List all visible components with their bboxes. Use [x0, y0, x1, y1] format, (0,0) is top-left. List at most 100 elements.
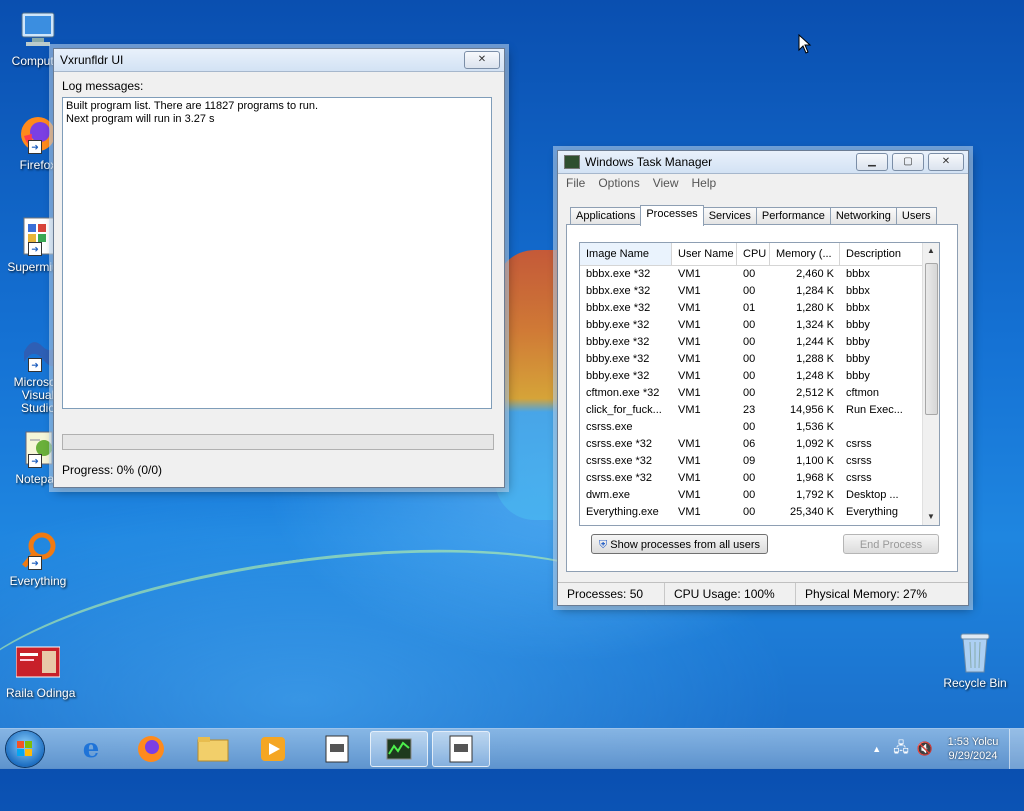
cell-description: bbby	[846, 353, 870, 365]
start-button[interactable]	[6, 731, 44, 767]
desktop-icon-recycle-bin[interactable]: Recycle Bin	[943, 630, 1007, 690]
table-row[interactable]: bbby.exe *32 VM1 00 1,288 K bbby	[580, 351, 939, 368]
cell-cpu: 00	[743, 472, 756, 484]
taskbar-media-player[interactable]	[246, 731, 300, 767]
scrollbar-thumb[interactable]	[925, 263, 938, 415]
table-row[interactable]: click_for_fuck... VM1 23 14,956 K Run Exec..…	[580, 402, 939, 419]
taskbar-firefox[interactable]	[124, 731, 178, 767]
menu-file[interactable]: File	[566, 176, 585, 190]
table-row[interactable]: bbby.exe *32 VM1 00 1,244 K bbby	[580, 334, 939, 351]
cell-user-name: VM1	[678, 455, 701, 467]
maximize-button[interactable]: ▢	[892, 153, 924, 171]
column-cpu[interactable]: CPU	[737, 243, 770, 265]
cell-memory: 1,324 K	[796, 319, 834, 331]
task-manager-window[interactable]: Windows Task Manager ▁ ▢ ✕ File Options …	[557, 150, 969, 606]
cell-memory: 1,968 K	[796, 472, 834, 484]
tab-networking[interactable]: Networking	[829, 207, 897, 225]
taskbar-app-window-1[interactable]	[310, 731, 364, 767]
close-button[interactable]: ✕	[928, 153, 964, 171]
show-desktop-button[interactable]	[1009, 729, 1024, 769]
table-row[interactable]: bbbx.exe *32 VM1 00 1,284 K bbbx	[580, 283, 939, 300]
table-row[interactable]: bbby.exe *32 VM1 00 1,248 K bbby	[580, 368, 939, 385]
cell-memory: 1,244 K	[796, 336, 834, 348]
cell-description: bbby	[846, 370, 870, 382]
cell-cpu: 00	[743, 489, 756, 501]
cell-image-name: csrss.exe *32	[586, 455, 653, 467]
show-hidden-icons-icon[interactable]: ▲	[872, 744, 881, 754]
tab-users[interactable]: Users	[895, 207, 937, 225]
table-row[interactable]: Everything.exe VM1 00 25,340 K Everything	[580, 504, 939, 521]
table-row[interactable]: cftmon.exe *32 VM1 00 2,512 K cftmon	[580, 385, 939, 402]
cell-image-name: bbbx.exe *32	[586, 302, 651, 314]
tab-services[interactable]: Services	[702, 207, 757, 225]
uac-shield-icon: ⛨	[598, 539, 608, 551]
close-button[interactable]: ✕	[464, 51, 500, 69]
minimize-icon: ▁	[868, 156, 876, 167]
tab-performance[interactable]: Performance	[755, 207, 831, 225]
menu-help[interactable]: Help	[692, 176, 717, 190]
cell-user-name: VM1	[678, 319, 701, 331]
cell-user-name: VM1	[678, 489, 701, 501]
cell-image-name: dwm.exe	[586, 489, 631, 501]
cell-description: cftmon	[846, 387, 880, 399]
cell-user-name: VM1	[678, 506, 701, 518]
cell-cpu: 00	[743, 268, 756, 280]
column-description[interactable]: Description	[840, 243, 920, 265]
network-icon[interactable]: 🖧	[893, 737, 909, 761]
taskbar-internet-explorer[interactable]: e	[64, 731, 118, 767]
cell-image-name: Everything.exe	[586, 506, 659, 518]
shortcut-arrow-icon: ➜	[28, 556, 42, 570]
process-list[interactable]: Image Name User Name CPU Memory (... Des…	[579, 242, 940, 526]
shortcut-arrow-icon: ➜	[28, 242, 42, 256]
cell-memory: 1,100 K	[796, 455, 834, 467]
application-icon	[449, 735, 473, 763]
menu-view[interactable]: View	[653, 176, 679, 190]
log-line: Next program will run in 3.27 s	[66, 113, 215, 125]
shortcut-arrow-icon: ➜	[28, 140, 42, 154]
cell-image-name: csrss.exe *32	[586, 472, 653, 484]
folder-icon	[197, 737, 229, 762]
window-title: Vxrunfldr UI	[60, 53, 124, 67]
task-manager-icon	[386, 738, 412, 760]
cell-description: csrss	[846, 472, 872, 484]
column-image-name[interactable]: Image Name	[580, 243, 672, 265]
cell-image-name: bbbx.exe *32	[586, 285, 651, 297]
task-manager-titlebar[interactable]: Windows Task Manager ▁ ▢ ✕	[558, 151, 968, 174]
minimize-button[interactable]: ▁	[856, 153, 888, 171]
column-user-name[interactable]: User Name	[672, 243, 737, 265]
table-row[interactable]: bbby.exe *32 VM1 00 1,324 K bbby	[580, 317, 939, 334]
vxrunfldr-window[interactable]: Vxrunfldr UI ✕ Log messages: Built progr…	[53, 48, 505, 488]
tab-applications[interactable]: Applications	[570, 207, 642, 225]
show-all-processes-label: Show processes from all users	[610, 539, 761, 551]
show-all-processes-button[interactable]: ⛨ Show processes from all users	[591, 534, 768, 554]
table-row[interactable]: csrss.exe 00 1,536 K	[580, 419, 939, 436]
log-messages-textbox[interactable]: Built program list. There are 11827 prog…	[62, 97, 492, 409]
table-row[interactable]: csrss.exe *32 VM1 00 1,968 K csrss	[580, 470, 939, 487]
column-memory[interactable]: Memory (...	[770, 243, 840, 265]
clock[interactable]: 1:53 Yolcu 9/29/2024	[937, 735, 1009, 763]
taskbar-file-explorer[interactable]	[186, 731, 240, 767]
table-row[interactable]: csrss.exe *32 VM1 06 1,092 K csrss	[580, 436, 939, 453]
tab-processes[interactable]: Processes	[640, 205, 704, 226]
scroll-up-icon[interactable]: ▲	[923, 243, 939, 259]
end-process-button[interactable]: End Process	[843, 534, 939, 554]
menu-options[interactable]: Options	[598, 176, 639, 190]
process-list-header: Image Name User Name CPU Memory (... Des…	[580, 243, 939, 266]
cell-user-name: VM1	[678, 438, 701, 450]
desktop-icon-everything[interactable]: ➜ Everything	[6, 528, 70, 588]
taskbar-app-window-2[interactable]	[432, 731, 490, 767]
table-row[interactable]: csrss.exe *32 VM1 09 1,100 K csrss	[580, 453, 939, 470]
cell-memory: 1,280 K	[796, 302, 834, 314]
table-row[interactable]: dwm.exe VM1 00 1,792 K Desktop ...	[580, 487, 939, 504]
cell-cpu: 00	[743, 319, 756, 331]
vertical-scrollbar[interactable]: ▲ ▼	[922, 243, 939, 525]
desktop-icon-raila-odinga[interactable]: Raila Odinga	[6, 640, 75, 700]
table-row[interactable]: bbbx.exe *32 VM1 01 1,280 K bbbx	[580, 300, 939, 317]
application-icon	[325, 735, 349, 763]
cell-description: bbby	[846, 336, 870, 348]
volume-muted-icon[interactable]: 🔇	[917, 741, 933, 757]
table-row[interactable]: bbbx.exe *32 VM1 00 2,460 K bbbx	[580, 266, 939, 283]
vxrunfldr-titlebar[interactable]: Vxrunfldr UI ✕	[54, 49, 504, 72]
scroll-down-icon[interactable]: ▼	[923, 509, 939, 525]
taskbar-task-manager[interactable]	[370, 731, 428, 767]
